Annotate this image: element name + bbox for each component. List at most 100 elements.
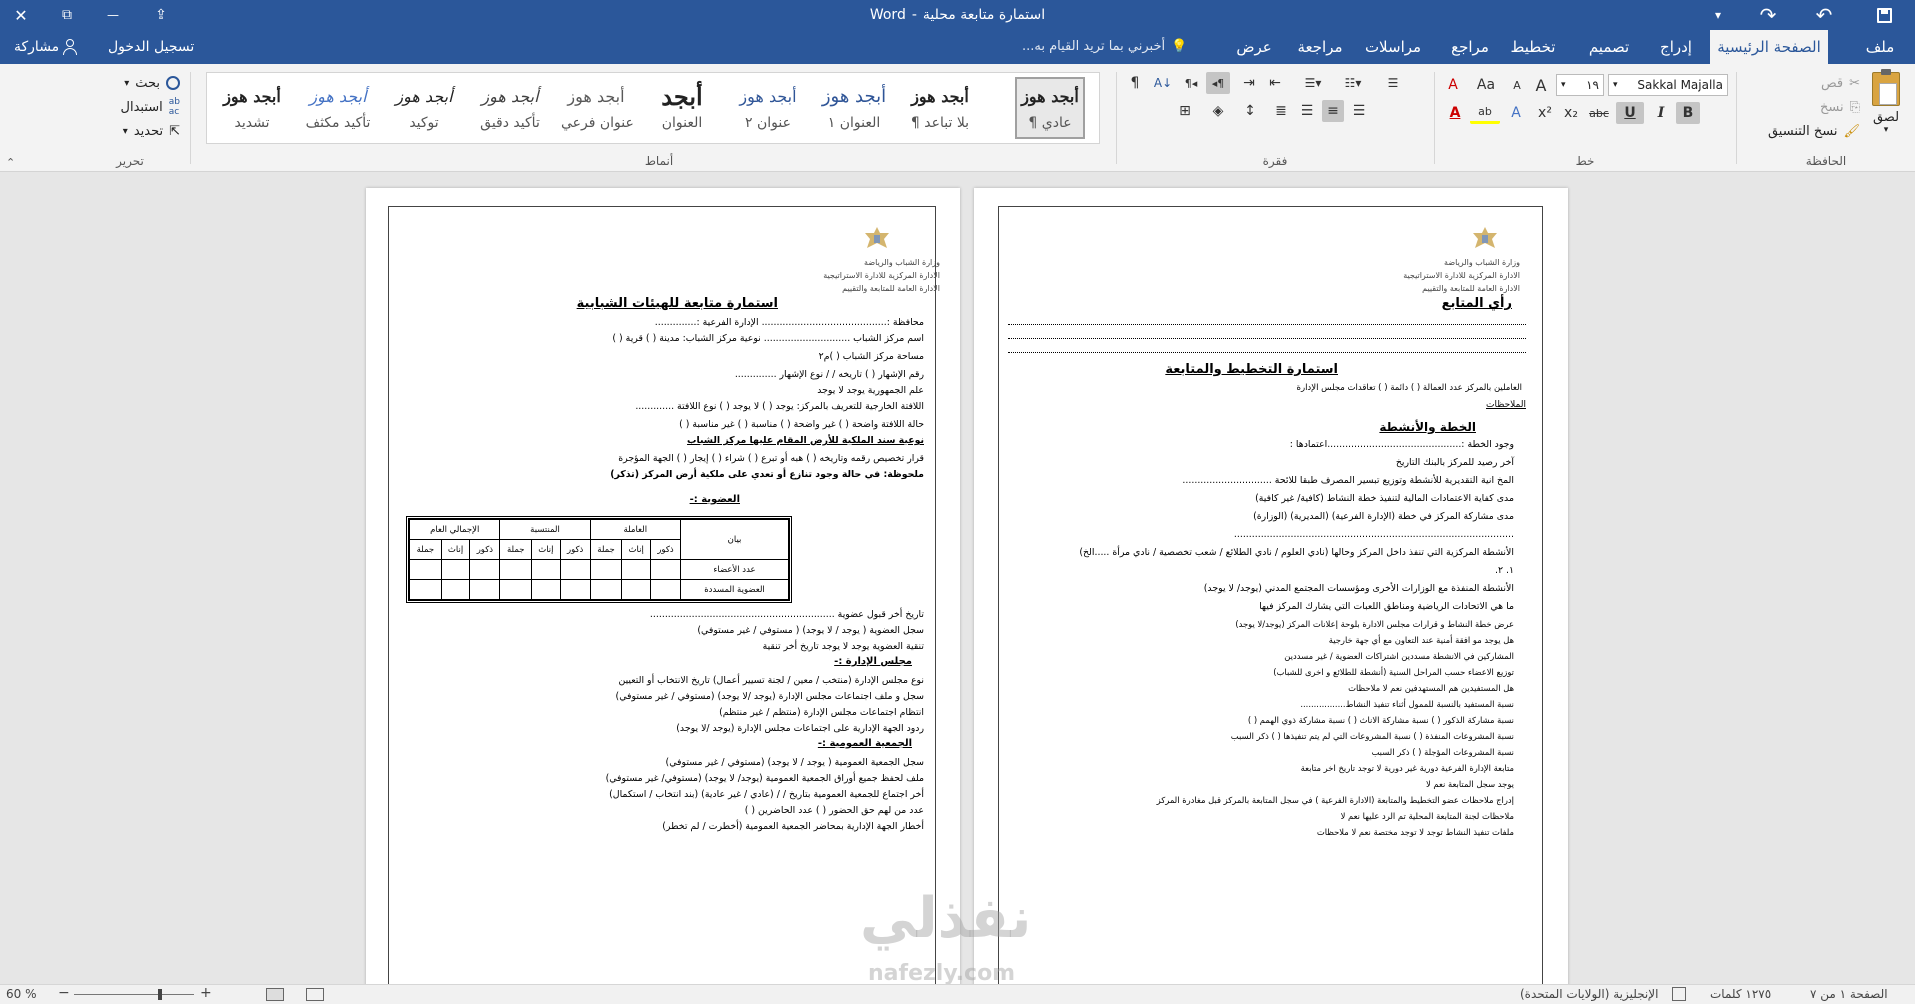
web-layout-button[interactable] [306,988,324,1001]
form-line: نسبة المشروعات المؤجلة ( ) ذكر السبب [1371,747,1514,757]
table-cell[interactable] [499,579,533,600]
qat-save-button[interactable] [1866,0,1902,30]
bullets-button[interactable]: ☰ [1376,72,1410,94]
bold-button[interactable]: B [1676,102,1700,124]
style-emphasis[interactable]: أبجد هوز توكيد [389,79,459,145]
numbering-button[interactable]: ☷▾ [1336,72,1370,94]
cut-button[interactable]: قص ✂ [1742,72,1860,94]
show-marks-button[interactable]: ¶ [1124,72,1146,94]
table-cell[interactable] [469,559,501,580]
table-cell[interactable] [499,559,533,580]
word-count[interactable]: ١٢٧٥ كلمات [1710,987,1771,1001]
highlight-button[interactable]: ab [1470,102,1500,124]
document-page-2[interactable]: وزارة الشباب والرياضة الادارة المركزية ل… [366,188,960,984]
style-no-spacing[interactable]: أبجد هوز ¶ بلا تباعد [905,79,975,145]
tab-mailings[interactable]: مراسلات [1360,30,1426,64]
borders-button[interactable]: ⊞ [1174,100,1196,122]
table-cell[interactable] [589,579,623,600]
style-subtitle[interactable]: أبجد هوز عنوان فرعي [561,79,634,145]
table-cell[interactable] [531,559,561,580]
table-cell[interactable] [559,559,591,580]
tell-me-box[interactable]: 💡 أخبرني بما تريد القيام به... [1022,30,1187,64]
collapse-ribbon-button[interactable]: ⌃ [6,156,15,169]
line-spacing-button[interactable]: ↕ [1238,100,1262,122]
table-cell[interactable] [559,579,591,600]
style-heading-2[interactable]: أبجد هوز عنوان ٢ [733,79,803,145]
style-title[interactable]: أبجد العنوان [647,79,717,145]
style-subtle-emphasis[interactable]: أبجد هوز تأكيد دقيق [475,79,545,145]
table-cell[interactable] [409,579,442,600]
proofing-icon[interactable] [1672,987,1686,1001]
table-cell[interactable] [589,559,623,580]
table-cell[interactable] [440,579,471,600]
multilevel-list-button[interactable]: ☰▾ [1296,72,1330,94]
sort-button[interactable]: A↓ [1152,72,1174,94]
tab-references[interactable]: مراجع [1446,30,1494,64]
shading-button[interactable]: ◈ [1206,100,1230,122]
tab-home[interactable]: الصفحة الرئيسية [1710,30,1828,64]
format-painter-button[interactable]: نسخ التنسيق 🖌 [1742,120,1860,142]
style-heading-1[interactable]: أبجد هوز العنوان ١ [819,79,889,145]
signin-link[interactable]: تسجيل الدخول [108,30,194,64]
zoom-out-button[interactable]: − [58,985,70,1001]
table-cell[interactable] [650,559,681,580]
copy-button[interactable]: نسخ ⎘ [1742,96,1860,118]
find-button[interactable]: ▾ بحث [84,72,180,94]
table-cell[interactable] [531,579,561,600]
qat-redo-button[interactable]: ↷ [1752,0,1784,30]
paste-button[interactable]: لصق ▾ [1866,68,1906,144]
text-effects-button[interactable]: A [1504,102,1528,124]
style-intense-emphasis[interactable]: أبجد هوز تأكيد مكثف [303,79,373,145]
tab-review[interactable]: مراجعة [1290,30,1350,64]
style-strong[interactable]: أبجد هوز تشديد [217,79,287,145]
align-center-button[interactable]: ≡ [1322,100,1344,122]
change-case-button[interactable]: Aa [1468,74,1504,96]
qat-customize-button[interactable]: ▾ [1704,0,1732,30]
select-button[interactable]: ▾ تحديد ⇱ [84,120,180,142]
shrink-font-button[interactable]: A [1506,74,1528,96]
zoom-slider[interactable] [74,994,194,995]
clear-formatting-button[interactable]: A [1442,74,1464,96]
table-cell[interactable] [650,579,681,600]
table-cell[interactable] [621,579,651,600]
zoom-slider-thumb[interactable] [158,989,162,1000]
grow-font-button[interactable]: A [1530,74,1552,96]
tab-design[interactable]: تصميم [1584,30,1634,64]
table-cell[interactable] [440,559,471,580]
table-cell[interactable] [469,579,501,600]
zoom-level[interactable]: 60 % [6,987,37,1001]
superscript-button[interactable]: x² [1534,102,1556,124]
qat-undo-button[interactable]: ↶ [1808,0,1840,30]
document-canvas[interactable]: وزارة الشباب والرياضة الادارة المركزية ل… [0,172,1915,984]
increase-indent-button[interactable]: ⇥ [1238,72,1260,94]
font-name-combo[interactable]: ▾ Sakkal Majalla [1608,74,1728,96]
font-color-button[interactable]: A [1440,102,1470,124]
share-button[interactable]: مشاركة [14,30,78,64]
print-layout-button[interactable] [266,988,284,1001]
underline-button[interactable]: U [1616,102,1644,124]
tab-layout[interactable]: تخطيط [1508,30,1558,64]
document-page-1[interactable]: وزارة الشباب والرياضة الادارة المركزية ل… [974,188,1568,984]
justify-button[interactable]: ≣ [1270,100,1292,122]
subscript-button[interactable]: x₂ [1560,102,1582,124]
ltr-button[interactable]: ¶◂ [1180,72,1202,94]
language-status[interactable]: الإنجليزية (الولايات المتحدة) [1520,987,1658,1001]
table-subheader: إناث [440,539,471,560]
rtl-button[interactable]: ◂¶ [1206,72,1230,94]
zoom-in-button[interactable]: + [200,985,212,1001]
style-normal[interactable]: أبجد هوز ¶ عادي [1015,77,1085,139]
strikethrough-button[interactable]: abc [1586,102,1612,124]
table-cell[interactable] [409,559,442,580]
italic-button[interactable]: I [1650,102,1672,124]
decrease-indent-button[interactable]: ⇤ [1264,72,1286,94]
tab-file[interactable]: ملف [1860,30,1900,64]
font-size-combo[interactable]: ▾ ١٩ [1556,74,1604,96]
align-right-button[interactable]: ☰ [1348,100,1370,122]
tab-view[interactable]: عرض [1232,30,1276,64]
replace-button[interactable]: استبدال ab ac [84,96,180,118]
tab-insert[interactable]: إدراج [1654,30,1698,64]
table-cell[interactable] [621,559,651,580]
align-left-button[interactable]: ☰ [1296,100,1318,122]
ltr-icon: ¶◂ [1184,76,1198,90]
page-count[interactable]: الصفحة ١ من ٧ [1810,987,1888,1001]
